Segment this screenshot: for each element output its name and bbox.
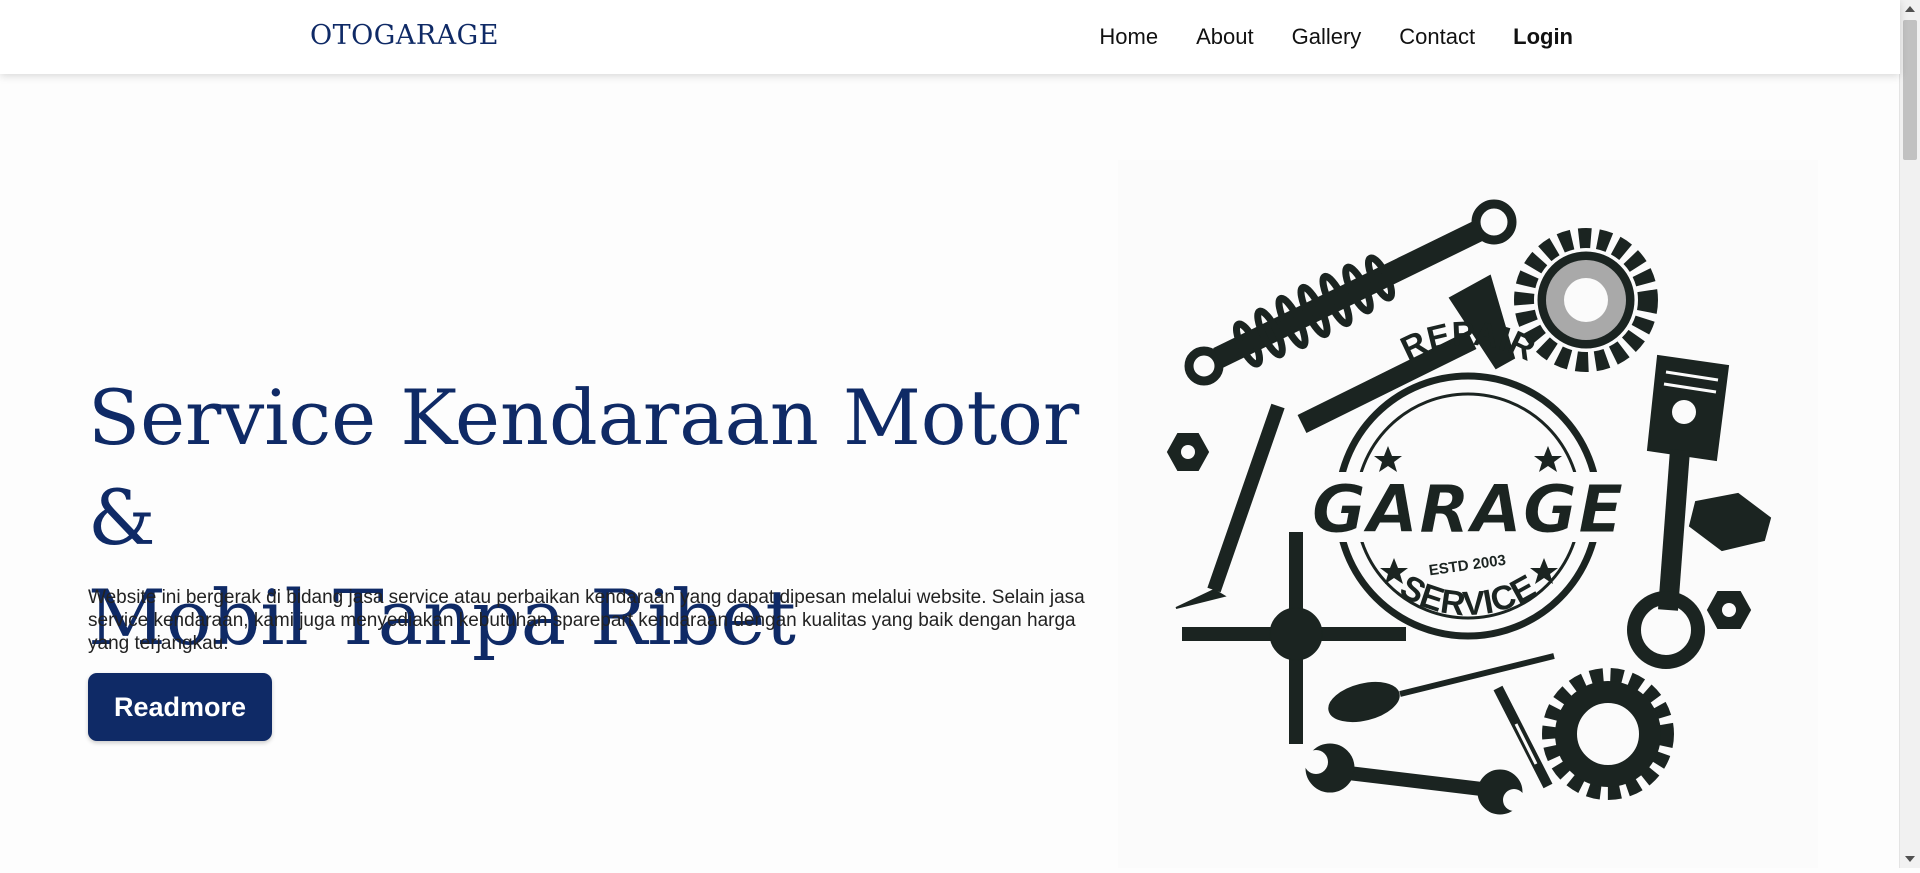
scrollbar-thumb[interactable] (1903, 20, 1917, 160)
gear-icon (1542, 668, 1674, 800)
gear-icon (1514, 228, 1658, 372)
hex-nut-icon (1688, 492, 1772, 552)
nav-home-link[interactable]: Home (1099, 24, 1158, 50)
nav-contact-link[interactable]: Contact (1399, 24, 1475, 50)
hero-description: Website ini bergerak di bidang jasa serv… (88, 587, 1085, 654)
screwdriver-icon (1328, 653, 1555, 723)
emblem-center-text: GARAGE (1312, 471, 1624, 548)
nav-menu: Home About Gallery Contact Login (1099, 24, 1573, 50)
brand-logo[interactable]: OTOGARAGE (310, 20, 499, 51)
scroll-down-arrow-icon[interactable] (1905, 856, 1915, 862)
scrollbar[interactable] (1899, 0, 1920, 868)
readmore-button[interactable]: Readmore (88, 673, 272, 741)
hero-title-line1: Service Kendaraan Motor & (88, 373, 1080, 562)
navbar: OTOGARAGE Home About Gallery Contact Log… (0, 0, 1900, 74)
scroll-up-arrow-icon[interactable] (1905, 6, 1915, 12)
nav-login-link[interactable]: Login (1513, 24, 1573, 50)
nav-gallery-link[interactable]: Gallery (1292, 24, 1362, 50)
garage-illustration: REPAIR GARAGE ESTD 2003 SERVICE (1118, 160, 1818, 868)
nav-about-link[interactable]: About (1196, 24, 1254, 50)
wrench-icon (1304, 743, 1525, 815)
garage-illustration-svg: REPAIR GARAGE ESTD 2003 SERVICE (1166, 199, 1772, 815)
